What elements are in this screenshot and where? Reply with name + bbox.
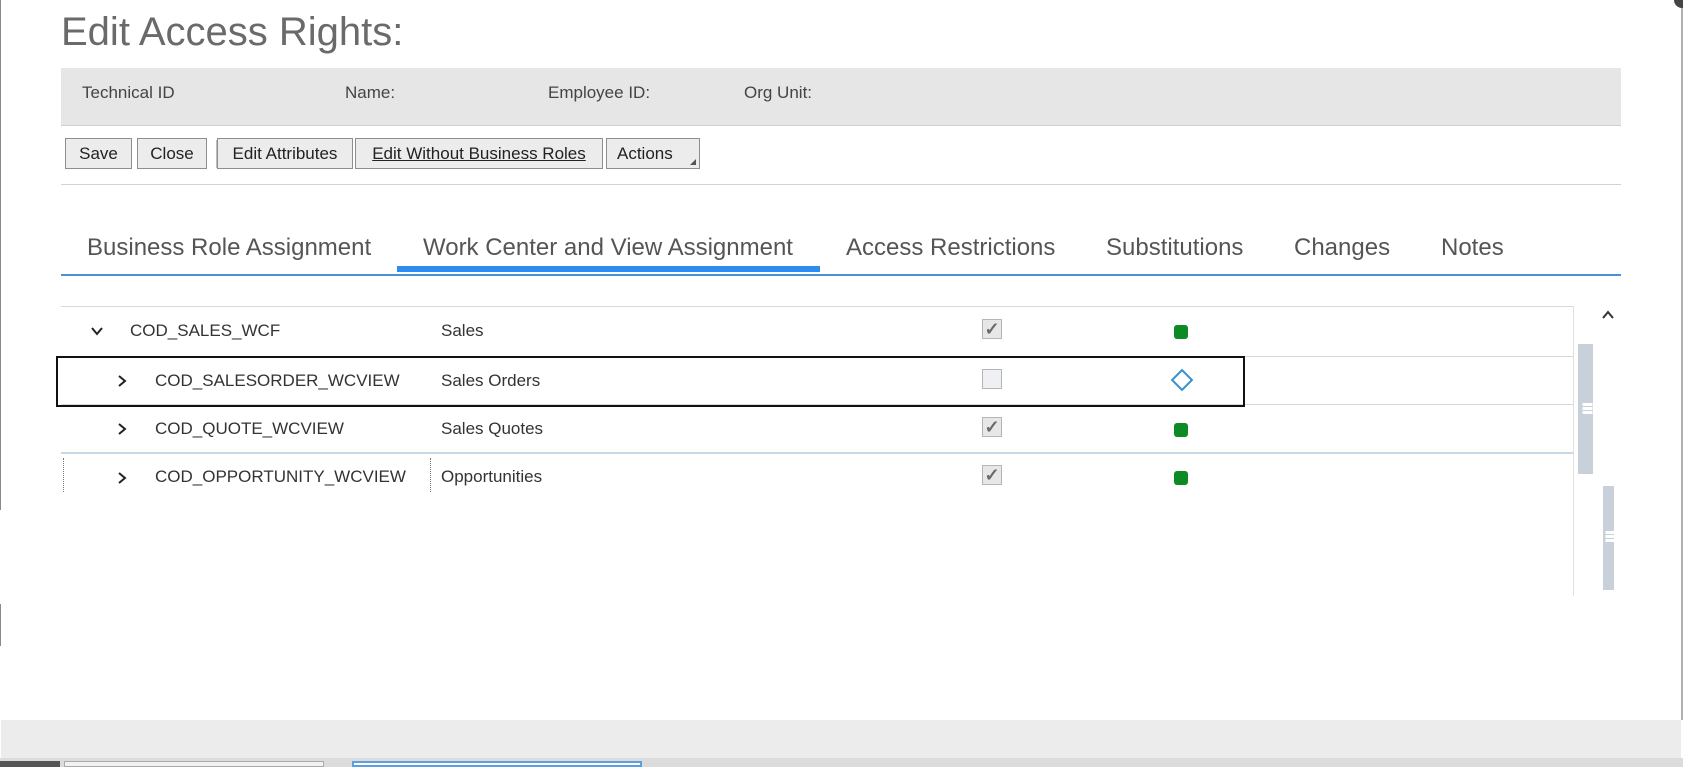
tab-substitutions[interactable]: Substitutions	[1106, 234, 1243, 262]
chevron-right-icon[interactable]	[116, 472, 128, 484]
window-left-border-lower	[0, 604, 1, 646]
footer-bar	[1, 720, 1681, 758]
row-id: COD_QUOTE_WCVIEW	[155, 419, 344, 438]
active-tab-indicator	[397, 266, 820, 272]
tab-bar: Business Role Assignment Work Center and…	[61, 226, 1621, 276]
tab-access-restrictions[interactable]: Access Restrictions	[846, 234, 1055, 262]
selected-row-highlight	[56, 356, 1245, 407]
assigned-checkbox[interactable]: ✓	[982, 319, 1002, 339]
close-button[interactable]: Close	[137, 138, 207, 169]
taskbar-tab[interactable]	[64, 761, 324, 767]
column-resize-handle[interactable]	[430, 458, 431, 492]
chevron-right-icon[interactable]	[116, 423, 128, 435]
page-title: Edit Access Rights:	[61, 10, 404, 54]
chevron-down-icon[interactable]	[91, 325, 103, 337]
tab-work-center-view-assignment[interactable]: Work Center and View Assignment	[423, 234, 793, 262]
scrollbar-grip-icon: ▬ ▬ ▬	[1582, 398, 1593, 417]
taskbar-tab[interactable]	[0, 761, 60, 767]
status-green-icon	[1174, 471, 1188, 485]
actions-label: Actions	[617, 144, 673, 163]
dropdown-corner-icon	[690, 159, 696, 165]
row-id: COD_OPPORTUNITY_WCVIEW	[155, 467, 406, 486]
scrollbar-grip-icon: ▬ ▬ ▬	[1605, 526, 1616, 545]
assigned-checkbox[interactable]: ✓	[982, 417, 1002, 437]
row-description: Sales	[441, 321, 484, 340]
table-row[interactable]: COD_SALES_WCF Sales ✓	[61, 306, 1573, 354]
vertical-scrollbar-thumb[interactable]: ▬ ▬ ▬	[1578, 344, 1593, 474]
row-id: COD_SALES_WCF	[130, 321, 281, 340]
table-row[interactable]: COD_QUOTE_WCVIEW Sales Quotes ✓	[61, 404, 1573, 452]
window-left-border	[0, 0, 1, 510]
taskbar-tab-active[interactable]	[352, 761, 642, 767]
header-info-bar: Technical ID Name: Employee ID: Org Unit…	[61, 68, 1621, 126]
page: Edit Access Rights: Technical ID Name: E…	[0, 0, 1683, 767]
scroll-up-icon[interactable]	[1600, 307, 1616, 323]
row-description: Opportunities	[441, 467, 543, 486]
page-scrollbar-thumb[interactable]: ▬ ▬ ▬	[1603, 486, 1616, 590]
scrollbar-track	[1573, 306, 1574, 596]
close-window-icon[interactable]	[1674, 0, 1683, 8]
row-description: Sales Quotes	[441, 419, 544, 438]
status-green-icon	[1174, 423, 1188, 437]
tab-notes[interactable]: Notes	[1441, 234, 1504, 262]
table-row[interactable]: COD_OPPORTUNITY_WCVIEW Opportunities ✓	[61, 452, 1573, 498]
assigned-checkbox[interactable]: ✓	[982, 465, 1002, 485]
technical-id-label: Technical ID	[82, 83, 175, 102]
employee-id-label: Employee ID:	[548, 83, 651, 102]
divider	[61, 184, 1621, 185]
tab-changes[interactable]: Changes	[1294, 234, 1390, 262]
status-green-icon	[1174, 325, 1188, 339]
edit-attributes-button[interactable]: Edit Attributes	[217, 138, 353, 169]
edit-without-business-roles-button[interactable]: Edit Without Business Roles	[355, 138, 603, 169]
row-focus-marker	[63, 458, 64, 492]
name-label: Name:	[345, 83, 396, 102]
save-button[interactable]: Save	[65, 138, 132, 169]
tab-business-role-assignment[interactable]: Business Role Assignment	[87, 234, 371, 262]
org-unit-label: Org Unit:	[744, 83, 813, 102]
actions-menu-button[interactable]: Actions	[606, 138, 700, 169]
